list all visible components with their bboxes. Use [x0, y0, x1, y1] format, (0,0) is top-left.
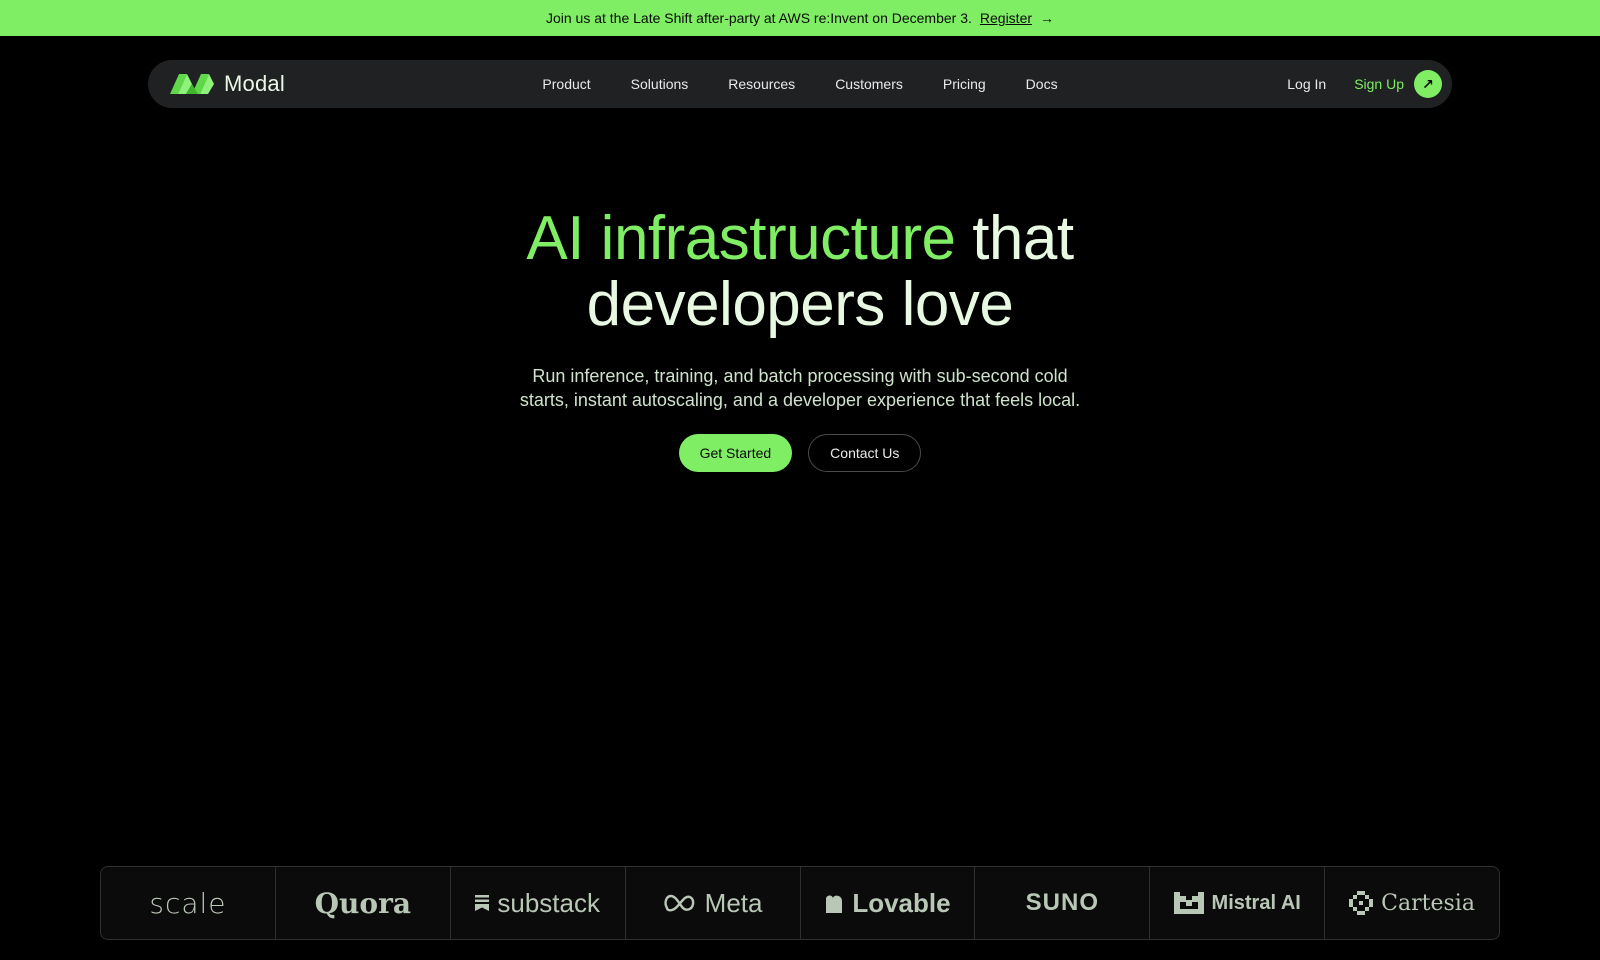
- nav-item-customers[interactable]: Customers: [835, 76, 903, 92]
- hero-ctas: Get Started Contact Us: [0, 434, 1600, 472]
- get-started-button[interactable]: Get Started: [678, 434, 793, 472]
- lovable-heart-icon: [826, 895, 843, 913]
- hero-subheadline: Run inference, training, and batch proce…: [0, 364, 1600, 412]
- logo-scale: scale: [101, 867, 276, 939]
- brand-logo[interactable]: Modal: [170, 71, 285, 97]
- meta-wordmark: Meta: [704, 887, 763, 918]
- banner-text: Join us at the Late Shift after-party at…: [545, 10, 972, 26]
- nav-item-product[interactable]: Product: [542, 76, 590, 92]
- mistral-m-icon: [1173, 892, 1204, 914]
- register-link[interactable]: Register: [980, 10, 1032, 26]
- hero-section: AI infrastructure that developers love R…: [0, 206, 1600, 472]
- signup-button[interactable]: Sign Up ↗: [1354, 70, 1442, 98]
- quora-wordmark: Quora: [314, 886, 411, 920]
- headline-accent: AI infrastructure: [526, 204, 956, 273]
- contact-us-button[interactable]: Contact Us: [808, 434, 922, 472]
- login-link[interactable]: Log In: [1287, 76, 1326, 92]
- mistral-wordmark: Mistral AI: [1211, 891, 1301, 914]
- headline-line-2: developers love: [586, 270, 1014, 339]
- scale-wordmark: scale: [149, 886, 227, 920]
- meta-infinity-icon: [664, 894, 694, 912]
- lovable-wordmark: Lovable: [852, 887, 951, 918]
- nav-actions: Log In Sign Up ↗: [1287, 70, 1442, 98]
- top-navigation: Modal Product Solutions Resources Custom…: [148, 60, 1452, 108]
- headline-that: that: [972, 204, 1074, 273]
- nav-item-pricing[interactable]: Pricing: [943, 76, 986, 92]
- logo-mistral: Mistral AI: [1150, 867, 1326, 939]
- brand-name: Modal: [224, 71, 285, 96]
- cartesia-wordmark: Cartesia: [1381, 890, 1475, 916]
- substack-wordmark: substack: [497, 887, 600, 918]
- signup-label: Sign Up: [1354, 76, 1404, 92]
- nav-links: Product Solutions Resources Customers Pr…: [148, 60, 1452, 108]
- cartesia-pixel-icon: [1349, 891, 1374, 915]
- arrow-right-icon[interactable]: →: [1040, 10, 1054, 26]
- modal-logo-icon: [170, 74, 214, 94]
- arrow-up-right-icon: ↗: [1414, 70, 1442, 98]
- logo-substack: substack: [451, 867, 626, 939]
- logo-cartesia: Cartesia: [1325, 867, 1499, 939]
- subline-2: starts, instant autoscaling, and a devel…: [519, 390, 1081, 410]
- logo-quora: Quora: [276, 867, 451, 939]
- subline-1: Run inference, training, and batch proce…: [532, 366, 1068, 386]
- nav-item-docs[interactable]: Docs: [1026, 76, 1058, 92]
- customer-logos: scale Quora substack Meta Lovable SUNO M…: [100, 866, 1500, 940]
- logo-meta: Meta: [626, 867, 801, 939]
- nav-item-solutions[interactable]: Solutions: [631, 76, 689, 92]
- logo-lovable: Lovable: [801, 867, 976, 939]
- substack-icon: [475, 895, 490, 911]
- nav-item-resources[interactable]: Resources: [728, 76, 795, 92]
- logo-suno: SUNO: [975, 867, 1151, 939]
- suno-wordmark: SUNO: [1025, 889, 1099, 916]
- hero-headline: AI infrastructure that developers love: [0, 206, 1600, 338]
- announcement-banner: Join us at the Late Shift after-party at…: [0, 0, 1600, 36]
